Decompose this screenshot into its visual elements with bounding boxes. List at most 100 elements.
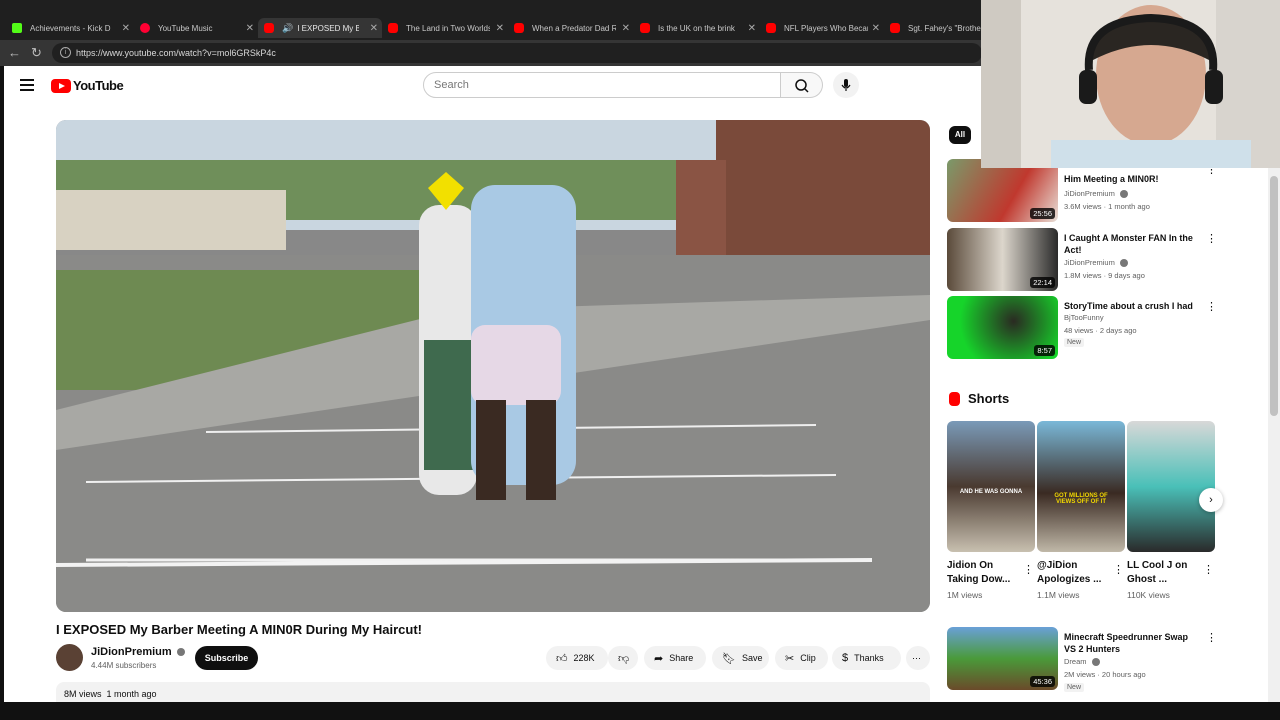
youtube-icon — [514, 23, 524, 33]
like-button[interactable]: 👍︎ 228K — [546, 646, 608, 670]
video-title: I EXPOSED My Barber Meeting A MIN0R Duri… — [56, 622, 422, 637]
scissors-icon: ✂ — [785, 652, 795, 665]
channel-name[interactable]: JiDionPremium — [91, 646, 185, 658]
close-icon[interactable]: ✕ — [872, 23, 880, 34]
video-thumbnail[interactable]: 45:36 — [947, 627, 1058, 690]
youtube-logo[interactable]: YouTube — [51, 78, 124, 93]
verified-icon — [1119, 190, 1128, 199]
search-input[interactable]: Search — [423, 72, 781, 98]
like-count: 228K — [573, 653, 595, 663]
recommendation-title: I Caught A Monster FAN In the Act! — [1064, 233, 1193, 255]
filter-chip-all[interactable]: All — [949, 126, 971, 144]
subscriber-count: 4.44M subscribers — [91, 661, 157, 670]
browser-tab-active[interactable]: 🔊 I EXPOSED My Barb ✕ — [258, 18, 382, 38]
short-caption: AND HE WAS GONNA — [959, 489, 1023, 495]
microphone-icon — [841, 79, 851, 91]
browser-tab[interactable]: Is the UK on the brink ✕ — [634, 18, 760, 38]
save-label: Save — [741, 653, 763, 663]
recommendation-item[interactable]: 25:56 Him Meeting a MIN0R! JiDionPremium… — [947, 159, 1217, 223]
voice-search-button[interactable] — [833, 72, 859, 98]
short-item[interactable]: AND HE WAS GONNA Jidion On Taking Dow...… — [947, 421, 1035, 600]
shorts-next-button[interactable]: › — [1199, 488, 1223, 512]
recommendation-item[interactable]: 45:36 Minecraft Speedrunner Swap VS 2 Hu… — [947, 627, 1217, 692]
tab-title: YouTube Music — [158, 23, 213, 33]
recommendation-item[interactable]: 22:14 I Caught A Monster FAN In the Act!… — [947, 228, 1217, 292]
recommendation-item[interactable]: 8:57 StoryTime about a crush I had BjToo… — [947, 296, 1217, 360]
save-button[interactable]: 🔖︎ Save — [712, 646, 769, 670]
window-bottom-edge — [0, 702, 1280, 720]
clip-button[interactable]: ✂ Clip — [775, 646, 828, 670]
more-icon[interactable]: ⋮ — [1113, 563, 1124, 576]
browser-tab[interactable]: Sgt. Fahey's "Brothers — [884, 18, 984, 38]
video-thumbnail[interactable]: 25:56 — [947, 159, 1058, 222]
share-icon: ➦ — [654, 652, 664, 665]
tab-title: I EXPOSED My Barb — [297, 23, 360, 33]
close-icon[interactable]: ✕ — [496, 23, 504, 34]
close-icon[interactable]: ✕ — [122, 23, 130, 34]
short-views: 1M views — [947, 590, 983, 600]
more-actions-button[interactable]: ⋯ — [906, 646, 930, 670]
webcam-overlay — [981, 0, 1280, 168]
thanks-button[interactable]: $ Thanks — [832, 646, 901, 670]
short-views: 110K views — [1127, 590, 1170, 600]
browser-tab[interactable]: YouTube Music ✕ — [134, 18, 258, 38]
more-icon[interactable]: ⋮ — [1206, 631, 1217, 644]
avatar[interactable] — [56, 644, 83, 671]
short-thumbnail[interactable]: GOT MILLIONS OF VIEWS OFF OF IT — [1037, 421, 1125, 552]
dislike-button[interactable]: 👎︎ — [608, 646, 638, 670]
close-icon[interactable]: ✕ — [748, 23, 756, 34]
menu-icon[interactable] — [20, 79, 34, 91]
short-item[interactable]: LL Cool J on Ghost ... 110K views ⋮ — [1127, 421, 1215, 600]
shorts-heading: Shorts — [968, 391, 1010, 406]
browser-tab[interactable]: The Land in Two Worlds ✕ — [382, 18, 508, 38]
page-scrollbar[interactable] — [1268, 166, 1280, 702]
duration-badge: 22:14 — [1030, 277, 1055, 288]
recommendation-channel: JiDionPremium — [1064, 189, 1128, 199]
views-text: 8M views — [64, 689, 102, 699]
short-caption: GOT MILLIONS OF VIEWS OFF OF IT — [1054, 493, 1108, 505]
recommendation-meta: 3.6M views · 1 month ago — [1064, 202, 1150, 211]
reload-icon[interactable]: ↻ — [31, 45, 42, 61]
scrollbar-thumb[interactable] — [1270, 176, 1278, 416]
site-info-icon[interactable]: i — [60, 47, 71, 58]
video-frame — [56, 120, 930, 612]
browser-tab[interactable]: NFL Players Who Becam ✕ — [760, 18, 884, 38]
recommendation-channel: JiDionPremium — [1064, 258, 1128, 268]
youtube-icon — [388, 23, 398, 33]
short-thumbnail[interactable]: AND HE WAS GONNA — [947, 421, 1035, 552]
video-thumbnail[interactable]: 8:57 — [947, 296, 1058, 359]
recommendation-title: StoryTime about a crush I had — [1064, 301, 1193, 311]
video-player[interactable] — [56, 120, 930, 612]
short-title: Jidion On Taking Dow... — [947, 560, 1011, 585]
address-bar[interactable]: i https://www.youtube.com/watch?v=mol6GR… — [52, 43, 982, 63]
window-edge — [0, 66, 4, 720]
more-icon[interactable]: ⋮ — [1206, 232, 1217, 245]
subscribe-button[interactable]: Subscribe — [195, 646, 258, 670]
kick-icon — [12, 23, 22, 33]
close-icon[interactable]: ✕ — [370, 23, 378, 34]
tab-title: Achievements - Kick D — [30, 23, 111, 33]
more-icon[interactable]: ⋮ — [1203, 563, 1214, 576]
more-icon[interactable]: ⋮ — [1206, 300, 1217, 313]
short-thumbnail[interactable] — [1127, 421, 1215, 552]
recommendation-title: Minecraft Speedrunner Swap VS 2 Hunters — [1064, 632, 1189, 654]
more-icon[interactable]: ⋮ — [1023, 563, 1034, 576]
browser-tab[interactable]: Achievements - Kick D ✕ — [6, 18, 134, 38]
close-icon[interactable]: ✕ — [622, 23, 630, 34]
short-item[interactable]: GOT MILLIONS OF VIEWS OFF OF IT @JiDion … — [1037, 421, 1125, 600]
youtube-music-icon — [140, 23, 150, 33]
view-count: 8M views 1 month ago — [64, 689, 157, 699]
short-views: 1.1M views — [1037, 590, 1080, 600]
short-title: @JiDion Apologizes ... — [1037, 560, 1102, 585]
browser-tab[interactable]: When a Predator Dad R ✕ — [508, 18, 634, 38]
video-thumbnail[interactable]: 22:14 — [947, 228, 1058, 291]
close-icon[interactable]: ✕ — [246, 23, 254, 34]
share-button[interactable]: ➦ Share — [644, 646, 706, 670]
back-icon[interactable]: ← — [8, 45, 21, 60]
youtube-icon — [766, 23, 776, 33]
speaker-icon[interactable]: 🔊 — [282, 23, 293, 34]
search-button[interactable] — [781, 72, 823, 98]
thanks-label: Thanks — [854, 653, 884, 663]
duration-badge: 45:36 — [1030, 676, 1055, 687]
recommendation-title: Him Meeting a MIN0R! — [1064, 174, 1159, 184]
